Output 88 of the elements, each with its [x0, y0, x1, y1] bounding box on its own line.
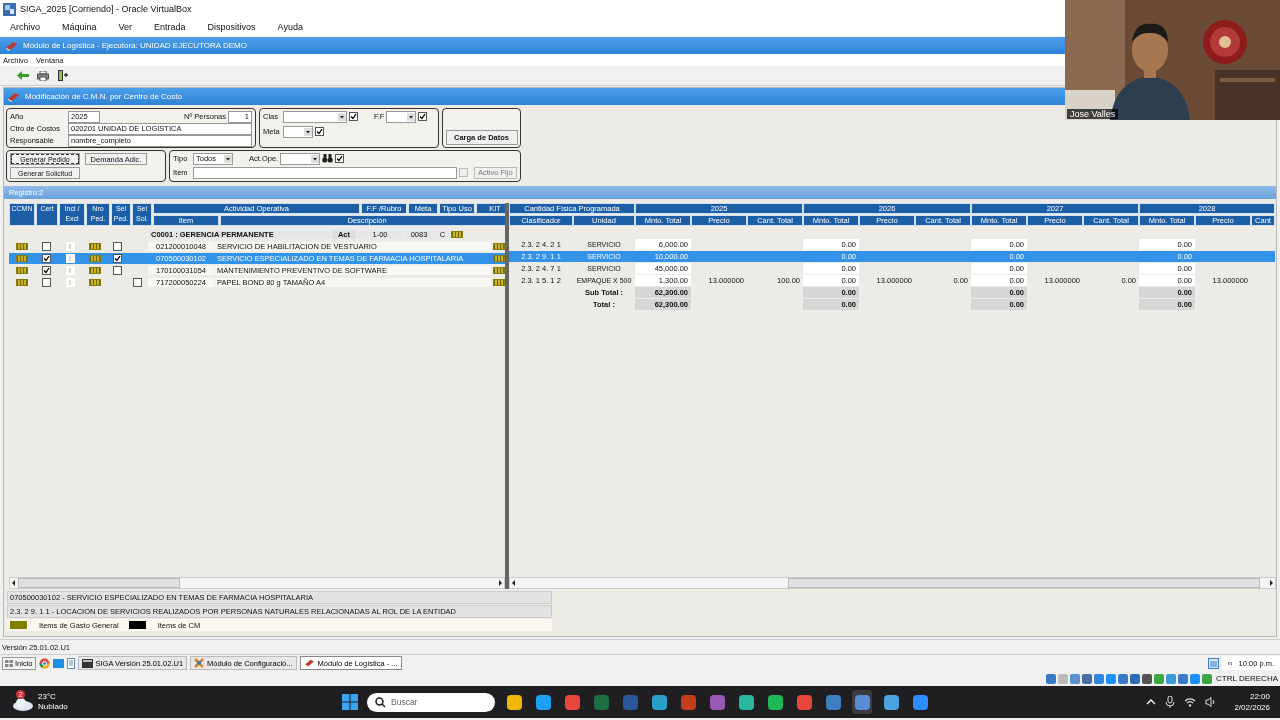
checkbox[interactable]	[418, 112, 428, 121]
tile-icon[interactable]	[493, 267, 505, 274]
horizontal-scrollbar[interactable]	[509, 577, 1276, 589]
checkbox[interactable]	[335, 154, 345, 163]
checkbox[interactable]	[132, 278, 142, 287]
checkbox[interactable]	[315, 127, 324, 136]
search-field[interactable]: Buscar	[367, 692, 495, 712]
host-key-label: CTRL DERECHA	[1216, 674, 1278, 683]
menu-item[interactable]: Archivo	[10, 22, 40, 32]
caret-icon[interactable]	[407, 112, 416, 121]
virtualbox-icon	[3, 2, 16, 16]
scroll-left-icon[interactable]	[510, 579, 518, 587]
cloud-icon[interactable]	[12, 697, 34, 711]
caret-icon[interactable]	[304, 127, 312, 136]
checkbox[interactable]	[112, 254, 122, 263]
status-icon[interactable]	[1118, 673, 1129, 684]
clock-date[interactable]: 2/02/2026	[1234, 702, 1270, 713]
status-icon[interactable]	[1130, 673, 1141, 684]
weather-condition: Nublado	[38, 702, 68, 712]
clock-time[interactable]: 22:00	[1249, 691, 1270, 702]
status-icon[interactable]	[1166, 673, 1177, 684]
status-icon[interactable]	[1178, 673, 1189, 684]
wifi-icon[interactable]	[1184, 697, 1197, 707]
desktop-icon[interactable]	[52, 658, 64, 668]
app-icon[interactable]	[852, 690, 872, 714]
status-icon[interactable]	[1106, 673, 1117, 684]
windows-start-icon[interactable]	[342, 694, 358, 710]
scroll-right-icon[interactable]	[1267, 579, 1275, 587]
window-title: SIGA_2025 [Corriendo] - Oracle VirtualBox	[20, 4, 192, 14]
back-arrow-icon[interactable]	[17, 71, 29, 80]
checkbox[interactable]	[41, 278, 51, 287]
printer-icon[interactable]	[37, 70, 49, 81]
caret-icon[interactable]	[311, 154, 320, 163]
chevron-up-icon[interactable]	[1146, 699, 1157, 705]
status-icon[interactable]	[1190, 673, 1201, 684]
participant-name: Jose Valles	[1067, 109, 1119, 119]
cross-tools-icon[interactable]	[194, 658, 205, 668]
tile-icon[interactable]	[16, 243, 28, 250]
browser-icon[interactable]	[38, 657, 50, 669]
tile-icon[interactable]	[16, 255, 28, 262]
tile-icon[interactable]	[451, 230, 463, 238]
book-icon	[5, 40, 18, 51]
tile-icon[interactable]	[16, 267, 28, 274]
status-icon[interactable]	[1202, 673, 1213, 684]
horizontal-scrollbar[interactable]	[9, 577, 505, 589]
menu-item[interactable]: Dispositivos	[207, 22, 256, 32]
menu-item[interactable]: Máquina	[62, 22, 97, 32]
tile-icon[interactable]	[89, 267, 101, 274]
tile-icon[interactable]	[493, 279, 505, 286]
exit-door-icon[interactable]	[57, 70, 68, 81]
checkbox[interactable]	[349, 112, 358, 121]
status-icon[interactable]	[1070, 673, 1081, 684]
book-icon[interactable]	[303, 659, 315, 667]
tile-icon[interactable]	[89, 279, 101, 286]
scroll-right-icon[interactable]	[496, 579, 504, 587]
checkbox[interactable]	[41, 242, 51, 251]
windows-icon[interactable]	[5, 659, 13, 667]
caret-icon[interactable]	[224, 154, 232, 163]
status-icon[interactable]	[1046, 673, 1057, 684]
status-icon[interactable]	[1094, 673, 1105, 684]
status-icon[interactable]	[1082, 673, 1093, 684]
window-title: Modificación de C.M.N. por Centro de Costo	[25, 92, 182, 101]
status-icon[interactable]	[1142, 673, 1153, 684]
search-icon[interactable]	[375, 696, 386, 708]
checkbox[interactable]	[112, 266, 122, 275]
tile-icon[interactable]	[493, 255, 505, 262]
document-icon[interactable]	[66, 657, 75, 669]
checkbox[interactable]	[41, 254, 51, 263]
calendar-icon[interactable]	[1207, 657, 1219, 669]
book-icon	[7, 91, 20, 102]
temperature: 23°C	[38, 692, 57, 702]
checkbox[interactable]	[112, 242, 122, 251]
binoculars-icon[interactable]	[322, 154, 334, 163]
checkbox[interactable]	[41, 266, 51, 275]
menu-item[interactable]: Entrada	[154, 22, 186, 32]
terminal-icon[interactable]	[81, 658, 93, 668]
tile-icon[interactable]	[493, 243, 505, 250]
scroll-left-icon[interactable]	[10, 579, 18, 587]
app-title: Módulo de Logística - Ejecutora: UNIDAD EJECUTORA DEMO	[23, 41, 247, 50]
microphone-icon[interactable]	[1165, 696, 1176, 708]
item-field[interactable]	[192, 166, 457, 179]
tile-icon[interactable]	[16, 279, 28, 286]
menu-item[interactable]: Ayuda	[277, 22, 303, 32]
tile-icon[interactable]	[89, 243, 101, 250]
status-icon[interactable]	[1154, 673, 1165, 684]
tile-icon[interactable]	[89, 255, 101, 262]
menu-item[interactable]: Ver	[118, 22, 133, 32]
caret-icon[interactable]	[338, 112, 346, 121]
